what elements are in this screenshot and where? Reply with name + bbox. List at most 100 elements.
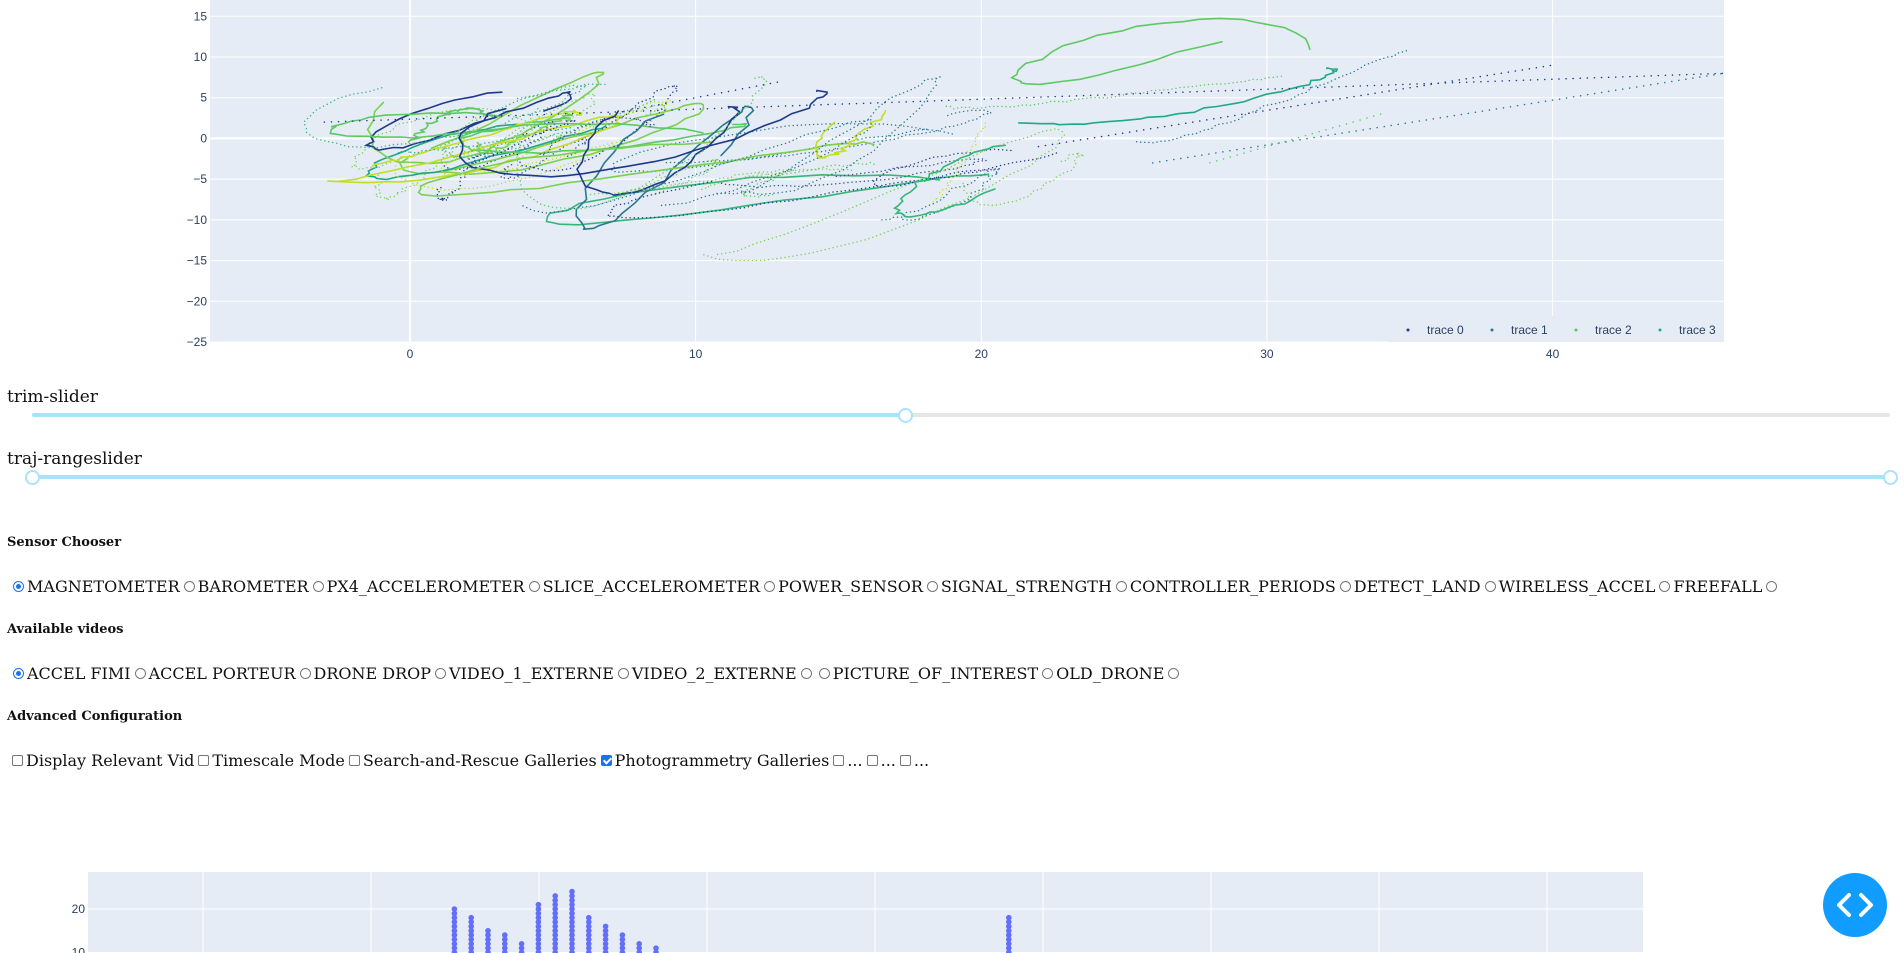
- video-option-label: ACCEL PORTEUR: [148, 664, 296, 683]
- traj-rangeslider-handle-start[interactable]: [25, 470, 40, 485]
- hist-point: [602, 923, 609, 930]
- legend-marker: [1574, 328, 1578, 332]
- y-tick-labels: 15 10 5 0 −5 −10 −15 −20 −25: [187, 9, 208, 349]
- radio-button[interactable]: [926, 581, 938, 592]
- hist-y-tick-label: 10: [72, 946, 86, 953]
- checkbox[interactable]: [600, 755, 612, 766]
- radio-button[interactable]: [764, 581, 776, 592]
- radio-button[interactable]: [1042, 668, 1054, 679]
- checkbox[interactable]: [866, 755, 878, 766]
- trim-slider-handle[interactable]: [898, 408, 914, 423]
- checkbox[interactable]: [198, 755, 210, 766]
- advanced-option[interactable]: ...: [896, 751, 929, 770]
- traj-rangeslider-handle-end[interactable]: [1883, 470, 1898, 485]
- checkbox[interactable]: [899, 755, 911, 766]
- radio-button[interactable]: [183, 581, 195, 592]
- available-videos-radio-group[interactable]: ACCEL FIMI ACCEL PORTEUR DRONE DROP VIDEO_1…: [9, 664, 1182, 683]
- sensor-option[interactable]: [1762, 581, 1780, 592]
- sensor-option[interactable]: DETECT_LAND: [1336, 577, 1481, 596]
- sensor-option[interactable]: WIRELESS_ACCEL: [1481, 577, 1655, 596]
- video-option[interactable]: DRONE DROP: [296, 664, 431, 683]
- y-tick-label: 10: [194, 50, 208, 64]
- radio-button[interactable]: [1339, 581, 1351, 592]
- video-option[interactable]: [797, 668, 815, 679]
- y-tick-label: −10: [187, 213, 208, 227]
- advanced-option-label: Photogrammetry Galleries: [614, 751, 830, 770]
- video-option-label: ACCEL FIMI: [27, 664, 131, 683]
- video-option[interactable]: VIDEO_1_EXTERNE: [431, 664, 614, 683]
- sensor-option[interactable]: PX4_ACCELEROMETER: [309, 577, 525, 596]
- legend: trace 0 trace 1 trace 2 trace 3: [1388, 316, 1724, 342]
- trim-slider-label: trim-slider: [7, 387, 98, 407]
- advanced-option[interactable]: ...: [863, 751, 896, 770]
- advanced-option[interactable]: Photogrammetry Galleries: [597, 751, 830, 770]
- advanced-option-label: Display Relevant Vid: [26, 751, 195, 770]
- legend-entry[interactable]: trace 3: [1679, 323, 1716, 337]
- radio-button[interactable]: [1115, 581, 1127, 592]
- histogram-chart[interactable]: 2010: [0, 860, 1904, 953]
- advanced-option-label: ...: [847, 751, 863, 770]
- sensor-chooser-radio-group[interactable]: MAGNETOMETER BAROMETER PX4_ACCELEROMETER SL…: [9, 577, 1780, 596]
- y-tick-label: 0: [200, 131, 207, 145]
- sensor-option[interactable]: POWER_SENSOR: [760, 577, 923, 596]
- histogram-y-tick-labels: 2010: [72, 902, 86, 953]
- sensor-option[interactable]: SLICE_ACCELEROMETER: [525, 577, 760, 596]
- legend-entry[interactable]: trace 0: [1427, 323, 1464, 337]
- sensor-option-label: CONTROLLER_PERIODS: [1129, 577, 1336, 596]
- sensor-option[interactable]: SIGNAL_STRENGTH: [923, 577, 1112, 596]
- sensor-option[interactable]: MAGNETOMETER: [9, 577, 180, 596]
- radio-button[interactable]: [299, 668, 311, 679]
- hist-point: [552, 893, 558, 899]
- radio-button[interactable]: [528, 581, 540, 592]
- advanced-option[interactable]: ...: [829, 751, 863, 770]
- radio-button[interactable]: [13, 581, 24, 592]
- radio-button[interactable]: [1659, 581, 1671, 592]
- advanced-option[interactable]: Timescale Mode: [194, 751, 345, 770]
- histogram-plot-area: [88, 872, 1643, 953]
- radio-button[interactable]: [435, 668, 447, 679]
- x-tick-label: 40: [1546, 347, 1560, 360]
- radio-button[interactable]: [1484, 581, 1496, 592]
- radio-button[interactable]: [1766, 581, 1778, 592]
- sensor-option-label: FREEFALL: [1673, 577, 1763, 596]
- x-tick-label: 30: [1260, 347, 1274, 360]
- video-option[interactable]: [1164, 668, 1182, 679]
- checkbox[interactable]: [348, 755, 360, 766]
- radio-button[interactable]: [1168, 668, 1180, 679]
- legend-entry[interactable]: trace 1: [1511, 323, 1548, 337]
- radio-button[interactable]: [800, 668, 812, 679]
- radio-button[interactable]: [13, 668, 24, 679]
- traj-rangeslider-track[interactable]: [32, 475, 1890, 479]
- radio-button[interactable]: [617, 668, 629, 679]
- hist-point: [586, 914, 592, 921]
- video-option-label: VIDEO_1_EXTERNE: [449, 664, 614, 683]
- radio-button[interactable]: [818, 668, 830, 679]
- trajectory-chart[interactable]: 151050−5−10−15−20−25 0 10 20 30 40 trace 0 tr…: [0, 0, 1904, 360]
- advanced-option[interactable]: Display Relevant Vid: [8, 751, 194, 770]
- video-option[interactable]: VIDEO_2_EXTERNE: [614, 664, 797, 683]
- radio-button[interactable]: [312, 581, 324, 592]
- hist-point: [535, 901, 542, 908]
- checkbox[interactable]: [833, 755, 845, 766]
- advanced-option[interactable]: Search-and-Rescue Galleries: [345, 751, 597, 770]
- video-option[interactable]: ACCEL FIMI: [9, 664, 131, 683]
- sensor-option[interactable]: CONTROLLER_PERIODS: [1112, 577, 1336, 596]
- hist-point: [569, 888, 575, 895]
- video-option[interactable]: OLD_DRONE: [1038, 664, 1164, 683]
- y-tick-label: −5: [193, 172, 207, 186]
- advanced-config-checklist[interactable]: Display Relevant Vid Timescale Mode Search…: [8, 751, 929, 770]
- hist-point: [653, 945, 659, 951]
- sensor-option-label: SIGNAL_STRENGTH: [940, 577, 1112, 596]
- sensor-option[interactable]: BAROMETER: [180, 577, 309, 596]
- video-option[interactable]: ACCEL PORTEUR: [131, 664, 296, 683]
- sensor-option[interactable]: FREEFALL: [1655, 577, 1762, 596]
- legend-entry[interactable]: trace 2: [1595, 323, 1632, 337]
- y-tick-label: −20: [187, 294, 208, 308]
- checkbox[interactable]: [12, 755, 23, 766]
- y-tick-label: 15: [194, 9, 208, 23]
- radio-button[interactable]: [134, 668, 146, 679]
- dev-tools-button[interactable]: [1823, 873, 1887, 937]
- legend-marker: [1490, 328, 1494, 332]
- video-option[interactable]: PICTURE_OF_INTEREST: [815, 664, 1038, 683]
- hist-point: [485, 927, 491, 934]
